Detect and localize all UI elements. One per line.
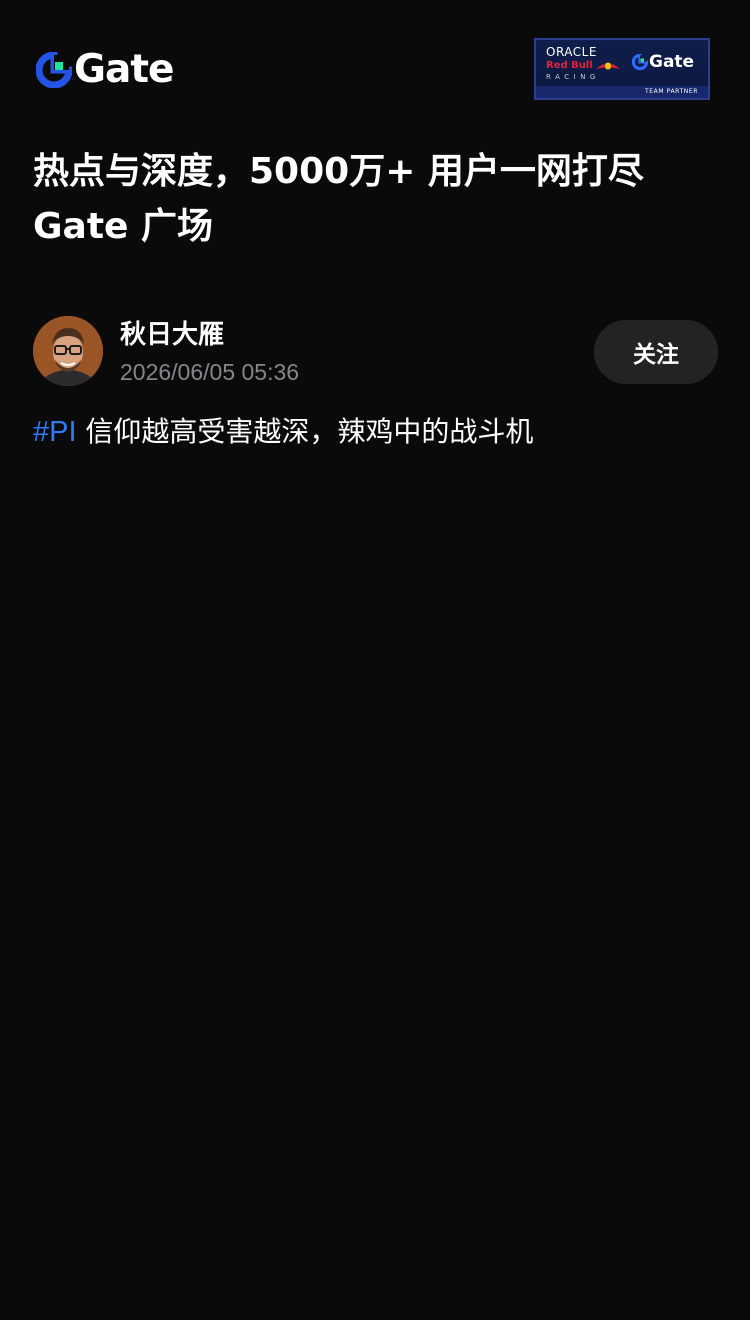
post-timestamp: 2026/06/05 05:36 — [120, 359, 300, 385]
partner-redbull-logo: Red Bull — [546, 60, 621, 72]
follow-button[interactable]: 关注 — [594, 320, 718, 384]
partner-badge[interactable]: ORACLE Red Bull RACING Gate TEAM PARTNER — [534, 38, 710, 100]
gate-logo[interactable]: Gate — [36, 47, 174, 92]
avatar-photo-icon — [33, 316, 103, 386]
partner-strip: TEAM PARTNER — [536, 86, 708, 98]
author-name[interactable]: 秋日大雁 — [120, 318, 224, 352]
post-text: 信仰越高受害越深，辣鸡中的战斗机 — [76, 415, 534, 448]
gate-logo-icon — [36, 52, 72, 88]
partner-oracle-text: ORACLE — [546, 45, 597, 59]
page: Gate ORACLE Red Bull RACING Gate TEAM PA… — [0, 0, 750, 1320]
logo-text: Gate — [74, 47, 174, 92]
partner-gate-icon — [632, 54, 648, 70]
partner-strip-text: TEAM PARTNER — [644, 88, 698, 95]
partner-gate-text: Gate — [649, 52, 695, 72]
partner-redbull-text: Red Bull — [546, 60, 593, 71]
partner-racing-text: RACING — [546, 73, 600, 81]
post-content: #PI 信仰越高受害越深，辣鸡中的战斗机 — [33, 410, 723, 454]
page-title: 热点与深度，5000万+ 用户一网打尽 Gate 广场 — [33, 151, 644, 247]
hashtag-link[interactable]: #PI — [33, 416, 77, 448]
redbull-bull-icon — [595, 62, 620, 70]
author-avatar[interactable] — [33, 316, 103, 386]
partner-gate-logo: Gate — [632, 52, 694, 72]
